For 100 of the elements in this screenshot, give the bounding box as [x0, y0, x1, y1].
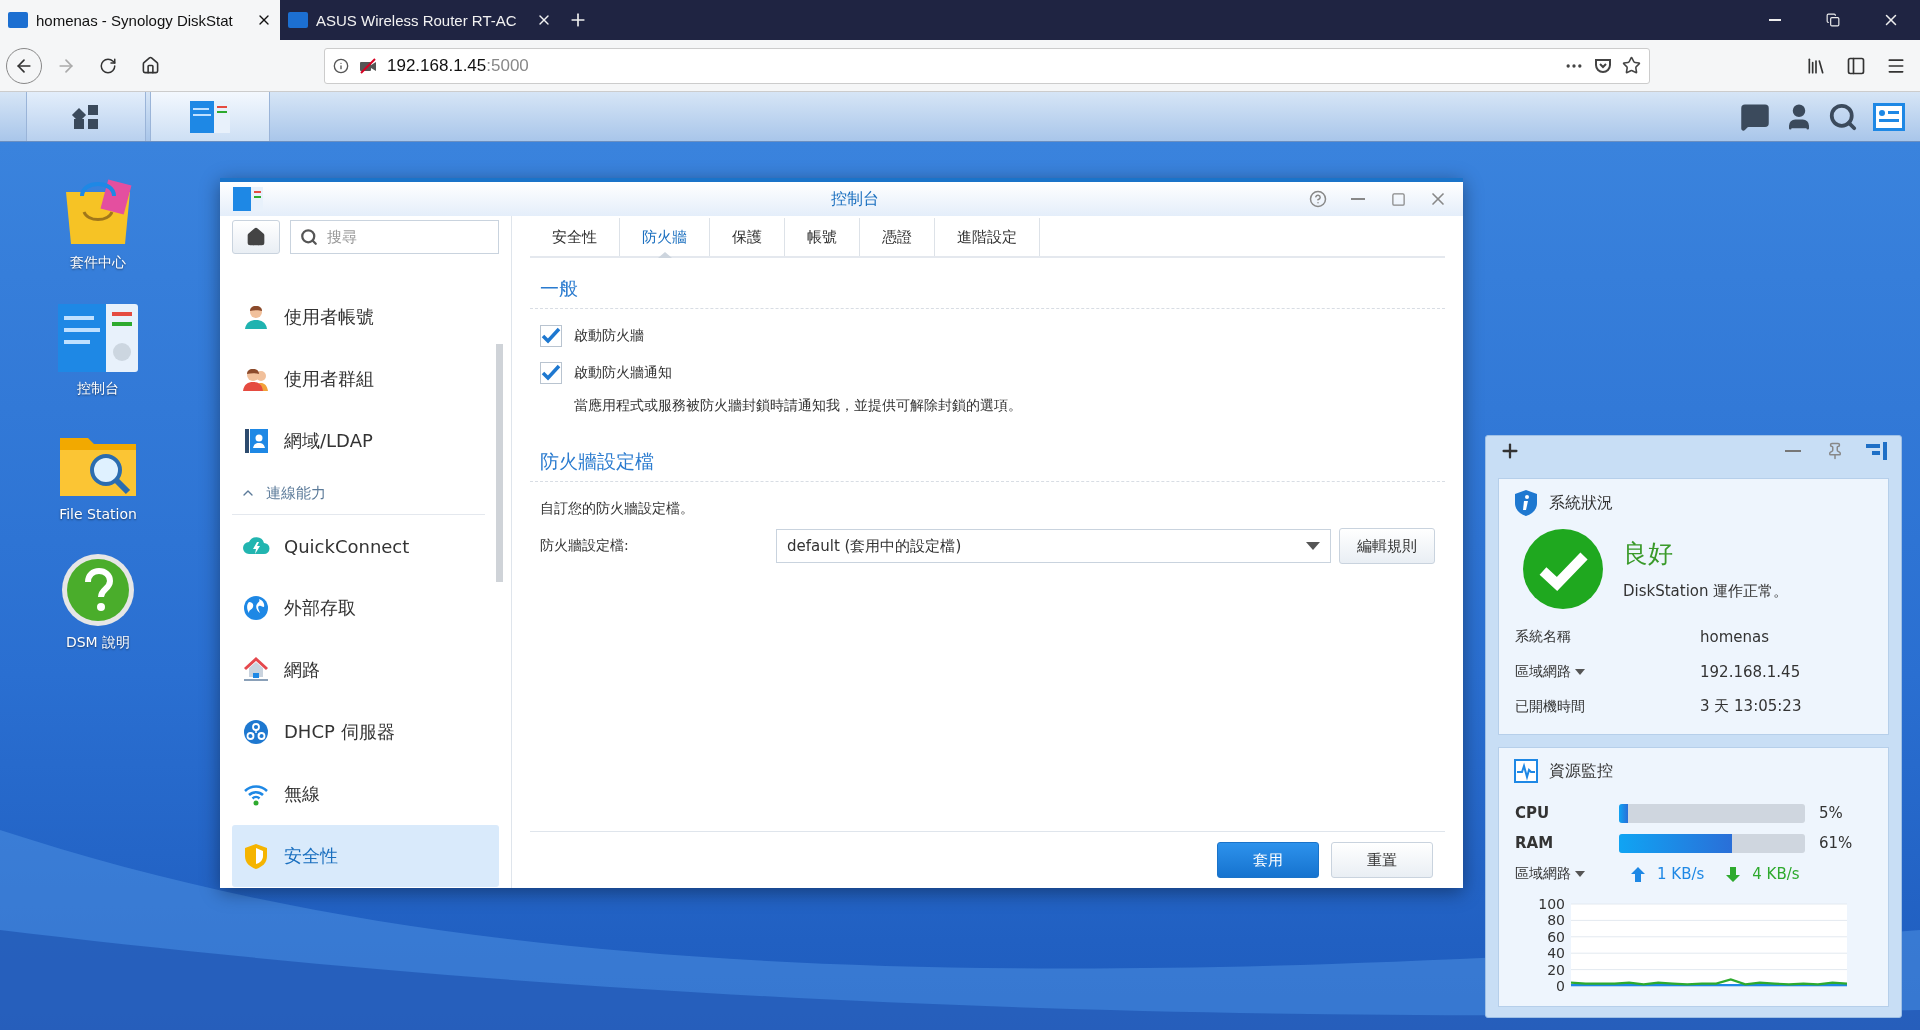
upload-rate: 1 KB/s [1657, 865, 1705, 883]
info-label: 系統名稱 [1515, 627, 1571, 646]
edit-rules-button[interactable]: 編輯規則 [1339, 528, 1435, 564]
window-title: 控制台 [829, 188, 880, 210]
search-icon [300, 228, 318, 246]
card-title: 系統狀況 [1549, 492, 1613, 514]
profile-dropdown[interactable]: default (套用中的設定檔) [776, 529, 1331, 563]
favicon-icon [8, 12, 28, 28]
browser-tab[interactable]: homenas - Synology DiskStat [0, 0, 280, 40]
pocket-icon[interactable] [1594, 56, 1612, 75]
tab[interactable]: 帳號 [785, 218, 860, 256]
desktop-icon-label[interactable]: 套件中心 [70, 254, 126, 272]
dashboard-icon [232, 186, 264, 212]
minimize-icon [1769, 19, 1781, 21]
home-icon [246, 227, 266, 247]
favicon-icon [288, 12, 308, 28]
axis-tick-label: 40 [1547, 945, 1565, 962]
search-icon[interactable] [1828, 101, 1858, 132]
help-icon [60, 552, 136, 628]
field-label: 防火牆設定檔: [540, 537, 630, 555]
sidebar-item[interactable]: QuickConnect [232, 515, 485, 577]
usage-reading: 61% [1819, 834, 1853, 852]
sidebar-item[interactable]: 外部存取 [232, 577, 485, 639]
sidebar-section-header[interactable]: 連線能力 [232, 472, 485, 515]
tab[interactable]: 進階設定 [935, 218, 1040, 256]
section-title: 防火牆設定檔 [530, 437, 1445, 482]
network-dropdown[interactable]: 區域網路 [1515, 865, 1619, 883]
axis-tick-label: 80 [1547, 912, 1565, 929]
desktop-icon-label[interactable]: 控制台 [77, 380, 119, 398]
dropdown-caret-icon [1306, 542, 1320, 550]
meter-label: RAM [1515, 834, 1555, 852]
bookmark-star-icon[interactable] [1622, 56, 1641, 75]
minimize-icon [1351, 198, 1365, 200]
info-value: homenas [1700, 627, 1770, 646]
info-icon[interactable] [333, 57, 349, 74]
usage-reading: 5% [1819, 804, 1843, 822]
user-icon [242, 303, 270, 331]
tab[interactable]: 憑證 [860, 218, 935, 256]
control-panel-taskbar-button[interactable] [150, 92, 270, 141]
download-arrow-icon [1726, 866, 1741, 882]
sidebar-item[interactable]: 安全性 [232, 825, 499, 887]
desktop-icon-label[interactable]: DSM 說明 [65, 634, 131, 652]
sidebar-item[interactable]: DHCP 伺服器 [232, 701, 485, 763]
sidebar-item[interactable]: 使用者帳號 [232, 286, 485, 348]
status-text: 良好 [1623, 538, 1674, 570]
info-value: 192.168.1.45 [1700, 662, 1801, 681]
globe-icon [242, 594, 270, 622]
address-bar[interactable]: 192.168.1.45:5000 [324, 47, 1650, 84]
axis-tick-label: 100 [1538, 896, 1565, 912]
checkbox-label: 啟動防火牆通知 [574, 363, 672, 382]
checkbox[interactable] [540, 324, 562, 347]
sidebar-item[interactable]: 網路 [232, 639, 485, 701]
checkbox[interactable] [540, 361, 562, 384]
dropdown-caret-icon [1575, 871, 1585, 877]
help-icon [1309, 190, 1327, 208]
desktop-icon-label[interactable]: File Station [59, 506, 137, 522]
tab[interactable]: 安全性 [530, 218, 620, 256]
search-field[interactable]: 搜尋 [290, 220, 499, 254]
main-menu-button[interactable] [26, 92, 146, 141]
description-text: 自訂您的防火牆設定檔。 [539, 499, 695, 518]
card-title: 資源監控 [1549, 760, 1613, 782]
tab[interactable]: 保護 [710, 218, 785, 256]
home-icon [140, 56, 160, 75]
shield-icon [242, 842, 270, 870]
maximize-icon [1390, 191, 1406, 207]
sidebar-item[interactable]: 使用者群組 [232, 348, 485, 410]
info-value: 3 天 13:05:23 [1700, 697, 1802, 716]
axis-tick-label: 60 [1547, 928, 1565, 945]
info-shield-icon [1513, 489, 1539, 517]
tab[interactable]: 防火牆 [620, 218, 710, 256]
scrollbar[interactable] [496, 344, 503, 582]
download-rate: 4 KB/s [1752, 865, 1800, 883]
dropdown-caret-icon [1575, 668, 1585, 675]
axis-tick-label: 0 [1556, 978, 1565, 994]
browser-tab[interactable]: ASUS Wireless Router RT-AC [280, 0, 560, 40]
dashboard-icon [56, 302, 140, 374]
sidebar-item[interactable]: 網域/LDAP [232, 410, 485, 472]
apply-button[interactable]: 套用 [1217, 842, 1319, 878]
restore-icon [1826, 13, 1840, 27]
dashboard-icon [189, 99, 231, 134]
network-house-icon [242, 656, 270, 684]
info-label: 已開機時間 [1515, 697, 1585, 716]
home-button[interactable] [232, 220, 280, 254]
checkmark-icon [541, 363, 561, 382]
nodes-icon [242, 718, 270, 746]
section-title: 一般 [530, 264, 1445, 309]
sidebar-icon [1846, 55, 1866, 76]
reload-icon [99, 56, 117, 75]
contact-card-icon [242, 427, 270, 455]
description-text: 當應用程式或服務被防火牆封鎖時請通知我，並提供可解除封鎖的選項。 [573, 397, 1023, 415]
blocked-camera-icon[interactable] [359, 57, 377, 74]
minimize-icon [1785, 450, 1801, 452]
pulse-monitor-icon [1513, 758, 1539, 784]
info-dropdown[interactable]: 區域網路 [1515, 662, 1585, 681]
reset-button[interactable]: 重置 [1331, 842, 1433, 878]
axis-tick-label: 20 [1547, 961, 1565, 978]
widgets-icon[interactable] [1872, 101, 1906, 132]
checkbox-label: 啟動防火牆 [574, 326, 644, 345]
collapse-button[interactable] [1865, 439, 1889, 463]
sidebar-item[interactable]: 無線 [232, 763, 485, 825]
